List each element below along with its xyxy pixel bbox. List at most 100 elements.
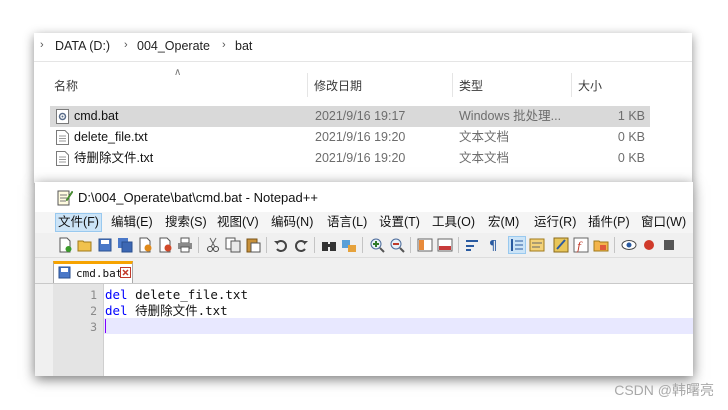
save-icon[interactable] <box>97 237 113 253</box>
file-row[interactable]: 待删除文件.txt 2021/9/16 19:20 文本文档 0 KB <box>50 148 650 169</box>
sync-horizontal-icon[interactable] <box>437 237 453 253</box>
menu-tools[interactable]: 工具(O) <box>430 214 477 231</box>
file-name: 待删除文件.txt <box>74 151 154 165</box>
column-header-date[interactable]: 修改日期 <box>308 73 452 97</box>
toolbar-separator <box>410 237 411 253</box>
record-macro-icon[interactable] <box>641 237 657 253</box>
chevron-right-icon[interactable]: › <box>40 39 44 51</box>
file-row[interactable]: delete_file.txt 2021/9/16 19:20 文本文档 0 K… <box>50 127 650 148</box>
file-date: 2021/9/16 19:17 <box>315 109 406 123</box>
tab-cmd-bat[interactable]: cmd.bat <box>53 261 133 283</box>
close-file-icon[interactable] <box>137 237 153 253</box>
line-number: 2 <box>90 304 97 318</box>
window-title: D:\004_Operate\bat\cmd.bat - Notepad++ <box>78 190 318 205</box>
code-keyword: del <box>105 303 128 318</box>
toolbar-separator <box>198 237 199 253</box>
menu-view[interactable]: 视图(V) <box>215 214 261 231</box>
saved-file-icon <box>58 266 71 279</box>
watermark-text: CSDN @韩曙亮 <box>614 382 714 398</box>
file-type: 文本文档 <box>459 130 510 144</box>
toolbar-separator <box>314 237 315 253</box>
file-date: 2021/9/16 19:20 <box>315 151 406 165</box>
text-caret <box>105 319 106 333</box>
code-text: 待删除文件.txt <box>127 303 228 318</box>
column-header-size[interactable]: 大小 <box>572 73 652 97</box>
file-size: 0 KB <box>617 151 645 165</box>
code-line[interactable]: del 待删除文件.txt <box>105 303 228 319</box>
file-type: 文本文档 <box>459 151 510 165</box>
print-icon[interactable] <box>177 237 193 253</box>
open-file-icon[interactable] <box>77 237 93 253</box>
notepad-plus-plus-window: D:\004_Operate\bat\cmd.bat - Notepad++ 文… <box>35 182 693 376</box>
show-all-characters-icon[interactable]: ¶ <box>485 237 501 253</box>
file-name: delete_file.txt <box>74 130 148 144</box>
save-all-icon[interactable] <box>117 237 133 253</box>
code-line[interactable]: del delete_file.txt <box>105 287 248 303</box>
text-file-icon <box>56 130 69 145</box>
tab-label: cmd.bat <box>76 267 123 280</box>
sync-vertical-icon[interactable] <box>417 237 433 253</box>
code-text: delete_file.txt <box>127 287 248 302</box>
toolbar-separator <box>614 237 615 253</box>
chevron-right-icon[interactable]: › <box>222 39 226 51</box>
column-header-type[interactable]: 类型 <box>453 73 571 97</box>
toolbar-separator <box>362 237 363 253</box>
file-size: 0 KB <box>617 130 645 144</box>
editor-area[interactable]: 1 2 3 del delete_file.txt del 待删除文件.txt <box>53 284 693 376</box>
user-language-icon[interactable] <box>529 237 545 253</box>
paste-icon[interactable] <box>245 237 261 253</box>
menu-window[interactable]: 窗口(W) <box>639 214 688 231</box>
file-date: 2021/9/16 19:20 <box>315 130 406 144</box>
toolbar: ¶ f <box>35 233 693 258</box>
menu-run[interactable]: 运行(R) <box>532 214 578 231</box>
file-name: cmd.bat <box>74 109 119 123</box>
column-header-row: ∧ 名称 修改日期 类型 大小 <box>34 67 692 97</box>
replace-icon[interactable] <box>341 237 357 253</box>
menu-settings[interactable]: 设置(T) <box>377 214 422 231</box>
cut-icon[interactable] <box>205 237 221 253</box>
menu-plugins[interactable]: 插件(P) <box>586 214 632 231</box>
menu-file[interactable]: 文件(F) <box>55 213 102 232</box>
file-size: 1 KB <box>617 109 645 123</box>
column-header-name[interactable]: 名称 <box>48 73 308 97</box>
menu-edit[interactable]: 编辑(E) <box>109 214 155 231</box>
menu-macro[interactable]: 宏(M) <box>486 214 521 231</box>
chevron-right-icon[interactable]: › <box>124 39 128 51</box>
toolbar-separator <box>266 237 267 253</box>
title-bar[interactable]: D:\004_Operate\bat\cmd.bat - Notepad++ <box>35 182 693 212</box>
menu-encoding[interactable]: 编码(N) <box>269 214 315 231</box>
line-number: 3 <box>90 320 97 334</box>
find-icon[interactable] <box>321 237 337 253</box>
redo-icon[interactable] <box>293 237 309 253</box>
batch-file-icon <box>56 109 69 124</box>
file-row[interactable]: cmd.bat 2021/9/16 19:17 Windows 批处理... 1… <box>50 106 650 127</box>
folder-as-workspace-icon[interactable] <box>593 237 609 253</box>
copy-icon[interactable] <box>225 237 241 253</box>
monitoring-icon[interactable] <box>621 237 637 253</box>
menu-bar: 文件(F) 编辑(E) 搜索(S) 视图(V) 编码(N) 语言(L) 设置(T… <box>35 212 693 233</box>
text-file-icon <box>56 151 69 166</box>
close-all-icon[interactable] <box>157 237 173 253</box>
file-type: Windows 批处理... <box>459 109 562 123</box>
breadcrumb-item-drive[interactable]: DATA (D:) <box>55 39 110 53</box>
code-keyword: del <box>105 287 128 302</box>
file-explorer-window: › DATA (D:) › 004_Operate › bat ∧ 名称 修改日… <box>34 33 692 183</box>
menu-search[interactable]: 搜索(S) <box>163 214 209 231</box>
current-line-highlight <box>104 318 693 334</box>
menu-language[interactable]: 语言(L) <box>325 214 369 231</box>
toolbar-separator <box>458 237 459 253</box>
stop-recording-icon[interactable] <box>661 237 677 253</box>
zoom-out-icon[interactable] <box>389 237 405 253</box>
function-list-icon[interactable]: f <box>573 237 589 253</box>
new-file-icon[interactable] <box>57 237 73 253</box>
close-tab-icon[interactable] <box>120 267 131 278</box>
breadcrumb-item-folder[interactable]: 004_Operate <box>137 39 210 53</box>
indent-guide-icon[interactable] <box>508 236 526 254</box>
notepad-app-icon <box>57 190 73 206</box>
document-map-icon[interactable] <box>553 237 569 253</box>
breadcrumb-item-current[interactable]: bat <box>235 39 252 53</box>
zoom-in-icon[interactable] <box>369 237 385 253</box>
word-wrap-icon[interactable] <box>465 237 481 253</box>
undo-icon[interactable] <box>273 237 289 253</box>
line-number-gutter: 1 2 3 <box>53 284 104 376</box>
